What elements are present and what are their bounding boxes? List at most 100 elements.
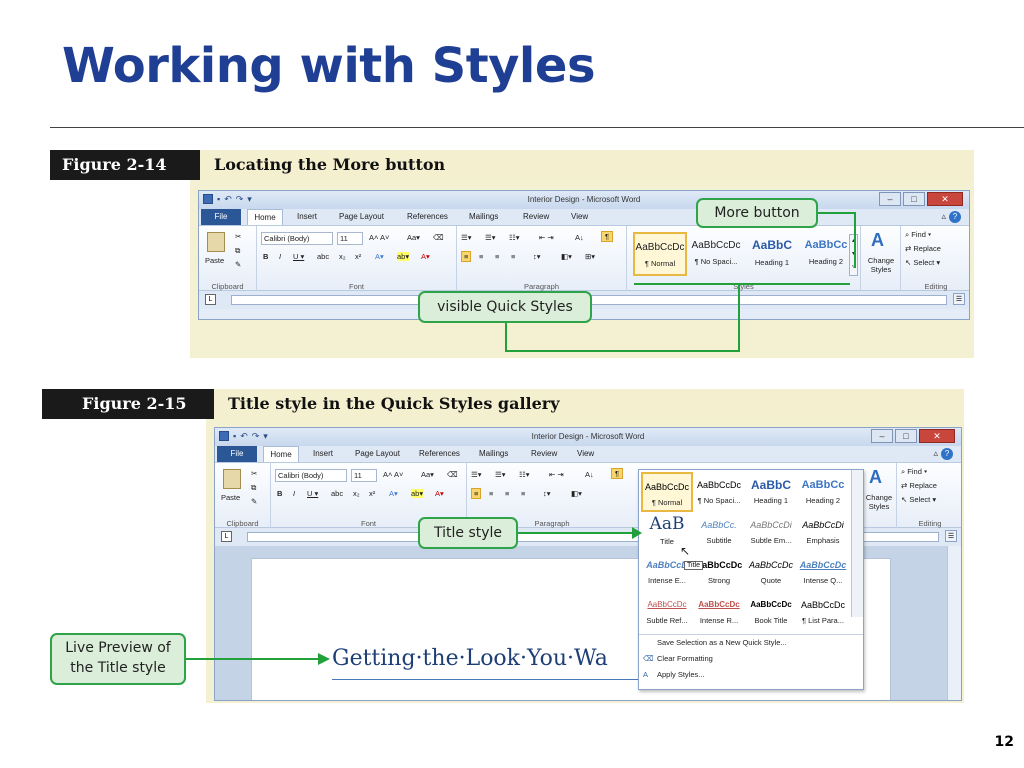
change-styles-icon[interactable]: A: [871, 230, 884, 251]
change-case-icon[interactable]: Aa▾: [407, 233, 420, 242]
tab-selector-icon[interactable]: L: [205, 294, 216, 305]
tab-view[interactable]: View: [571, 209, 588, 225]
apply-styles-command[interactable]: A Apply Styles...: [643, 670, 705, 679]
change-styles-button[interactable]: Change Styles: [861, 493, 897, 511]
bullets-icon[interactable]: ☰▾: [471, 470, 482, 479]
strikethrough-icon[interactable]: abc: [331, 489, 343, 498]
view-ruler-icon[interactable]: ☰: [945, 530, 957, 542]
clear-formatting-icon[interactable]: ⌫: [433, 233, 444, 242]
bold-icon[interactable]: B: [277, 489, 282, 498]
strikethrough-icon[interactable]: abc: [317, 252, 329, 261]
tab-review[interactable]: Review: [523, 209, 549, 225]
tab-insert[interactable]: Insert: [297, 209, 317, 225]
gallery-style-quote[interactable]: AaBbCcDc Quote: [745, 552, 797, 592]
gallery-scrollbar[interactable]: [851, 470, 863, 617]
close-icon[interactable]: ✕: [919, 429, 955, 443]
maximize-icon[interactable]: □: [895, 429, 917, 443]
gallery-style-heading-2[interactable]: AaBbCc Heading 2: [797, 472, 849, 512]
numbering-icon[interactable]: ☰▾: [485, 233, 496, 242]
paste-icon[interactable]: [223, 469, 241, 489]
numbering-icon[interactable]: ☰▾: [495, 470, 506, 479]
change-styles-button[interactable]: Change Styles: [863, 256, 899, 274]
sort-icon[interactable]: A↓: [575, 233, 584, 242]
tab-file[interactable]: File: [217, 446, 257, 462]
vertical-scrollbar[interactable]: [947, 546, 961, 700]
tab-review[interactable]: Review: [531, 446, 557, 462]
gallery-style-intense-emphasis[interactable]: AaBbCcD Intense E...: [641, 552, 693, 592]
gallery-style-subtle-emphasis[interactable]: AaBbCcDi Subtle Em...: [745, 512, 797, 552]
line-spacing-icon[interactable]: ↕▾: [543, 489, 551, 498]
cut-icon[interactable]: ✂: [251, 469, 257, 478]
bold-icon[interactable]: B: [263, 252, 268, 261]
tab-insert[interactable]: Insert: [313, 446, 333, 462]
cut-icon[interactable]: ✂: [235, 232, 241, 241]
minimize-icon[interactable]: –: [871, 429, 893, 443]
quick-style-no-spacing[interactable]: AaBbCcDc ¶ No Spaci...: [689, 232, 743, 276]
align-left-icon[interactable]: ≡: [461, 251, 472, 262]
font-size-box[interactable]: 11: [337, 232, 363, 245]
gallery-style-emphasis[interactable]: AaBbCcDi Emphasis: [797, 512, 849, 552]
shading-icon[interactable]: ◧▾: [561, 252, 572, 261]
tab-selector-icon[interactable]: L: [221, 531, 232, 542]
quick-style-normal[interactable]: AaBbCcDc ¶ Normal: [633, 232, 687, 276]
gallery-style-subtle-reference[interactable]: AaBbCcDc Subtle Ref...: [641, 592, 693, 632]
replace-button[interactable]: ⇄ Replace: [905, 244, 941, 253]
tab-view[interactable]: View: [577, 446, 594, 462]
maximize-icon[interactable]: □: [903, 192, 925, 206]
tab-page-layout[interactable]: Page Layout: [355, 446, 400, 462]
highlight-icon[interactable]: ab▾: [397, 252, 410, 261]
gallery-style-strong[interactable]: AaBbCcDc Strong: [693, 552, 745, 592]
paste-button[interactable]: Paste: [221, 493, 240, 502]
change-case-icon[interactable]: Aa▾: [421, 470, 434, 479]
font-name-box[interactable]: Calibri (Body): [261, 232, 333, 245]
tab-page-layout[interactable]: Page Layout: [339, 209, 384, 225]
tab-mailings[interactable]: Mailings: [479, 446, 508, 462]
subscript-icon[interactable]: x₂: [353, 489, 360, 498]
gallery-style-normal[interactable]: AaBbCcDc ¶ Normal: [641, 472, 693, 512]
bullets-icon[interactable]: ☰▾: [461, 233, 472, 242]
find-button[interactable]: ⌕ Find ▾: [905, 230, 931, 240]
borders-icon[interactable]: ⊞▾: [585, 252, 595, 261]
grow-font-icon[interactable]: A˄ A˅: [383, 470, 403, 479]
view-ruler-icon[interactable]: ☰: [953, 293, 965, 305]
save-selection-as-quick-style-command[interactable]: Save Selection as a New Quick Style...: [643, 638, 787, 647]
tab-mailings[interactable]: Mailings: [469, 209, 498, 225]
select-button[interactable]: ↖ Select ▾: [901, 495, 936, 504]
font-size-box[interactable]: 11: [351, 469, 377, 482]
superscript-icon[interactable]: x²: [369, 489, 375, 498]
help-icon[interactable]: ?: [941, 448, 953, 460]
highlight-icon[interactable]: ab▾: [411, 489, 424, 498]
format-painter-icon[interactable]: ✎: [251, 497, 257, 506]
align-right-icon[interactable]: ≡: [505, 489, 509, 498]
text-effects-icon[interactable]: A▾: [389, 489, 398, 498]
tab-home[interactable]: Home: [247, 209, 283, 225]
paste-icon[interactable]: [207, 232, 225, 252]
change-styles-icon[interactable]: A: [869, 467, 882, 488]
underline-icon[interactable]: U ▾: [307, 489, 318, 498]
close-icon[interactable]: ✕: [927, 192, 963, 206]
italic-icon[interactable]: I: [293, 489, 295, 498]
line-spacing-icon[interactable]: ↕▾: [533, 252, 541, 261]
sort-icon[interactable]: A↓: [585, 470, 594, 479]
clear-formatting-command[interactable]: ⌫ Clear Formatting: [643, 654, 713, 663]
tab-references[interactable]: References: [407, 209, 448, 225]
minimize-ribbon-icon[interactable]: ▵: [941, 211, 946, 221]
select-button[interactable]: ↖ Select ▾: [905, 258, 940, 267]
shading-icon[interactable]: ◧▾: [571, 489, 582, 498]
find-button[interactable]: ⌕ Find ▾: [901, 467, 927, 477]
copy-icon[interactable]: ⧉: [251, 483, 256, 493]
multilevel-list-icon[interactable]: ☷▾: [519, 470, 530, 479]
gallery-style-heading-1[interactable]: AaBbC Heading 1: [745, 472, 797, 512]
indent-icon[interactable]: ⇤ ⇥: [549, 470, 564, 479]
align-right-icon[interactable]: ≡: [495, 252, 499, 261]
show-hide-icon[interactable]: ¶: [601, 231, 614, 242]
italic-icon[interactable]: I: [279, 252, 281, 261]
gallery-style-intense-quote[interactable]: AaBbCcDc Intense Q...: [797, 552, 849, 592]
text-effects-icon[interactable]: A▾: [375, 252, 384, 261]
grow-font-icon[interactable]: A˄ A˅: [369, 233, 389, 242]
gallery-style-book-title[interactable]: AaBbCcDc Book Title: [745, 592, 797, 632]
minimize-ribbon-icon[interactable]: ▵: [933, 448, 938, 458]
multilevel-list-icon[interactable]: ☷▾: [509, 233, 520, 242]
minimize-icon[interactable]: –: [879, 192, 901, 206]
align-center-icon[interactable]: ≡: [479, 252, 483, 261]
